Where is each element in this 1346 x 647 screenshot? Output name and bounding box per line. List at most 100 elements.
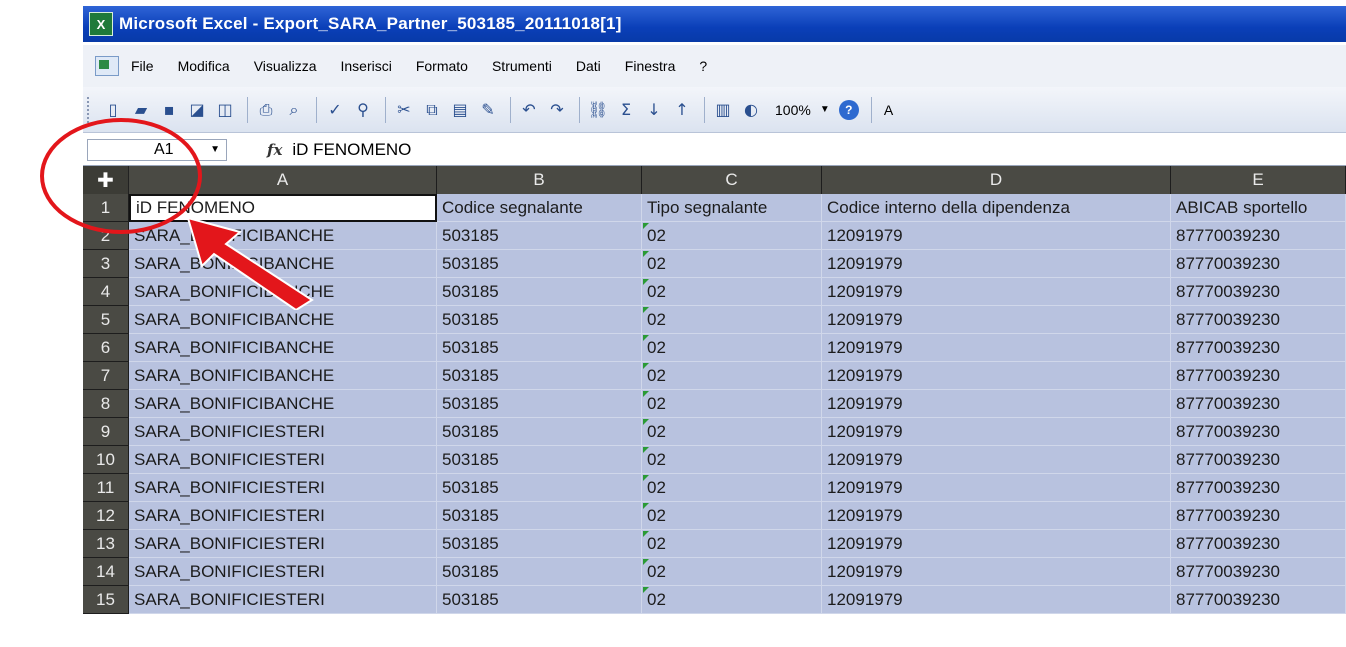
table-cell[interactable]: 87770039230 [1171, 586, 1346, 614]
column-header-e[interactable]: E [1171, 166, 1346, 194]
table-cell[interactable]: 02 [642, 362, 822, 390]
table-cell[interactable]: 503185 [437, 334, 642, 362]
table-cell[interactable]: 87770039230 [1171, 418, 1346, 446]
table-cell[interactable]: 87770039230 [1171, 222, 1346, 250]
row-header[interactable]: 11 [83, 474, 129, 502]
table-cell[interactable]: 12091979 [822, 530, 1171, 558]
table-cell[interactable]: 87770039230 [1171, 278, 1346, 306]
sort-descending-icon[interactable]: ↑ [670, 98, 694, 122]
sort-ascending-icon[interactable]: ↓ [642, 98, 666, 122]
menu-strumenti[interactable]: Strumenti [492, 58, 552, 74]
row-header[interactable]: 9 [83, 418, 129, 446]
table-cell[interactable]: SARA_BONIFICIESTERI [129, 418, 437, 446]
table-cell[interactable]: SARA_BONIFICIESTERI [129, 586, 437, 614]
cell-c1[interactable]: Tipo segnalante [642, 194, 822, 222]
table-cell[interactable]: 02 [642, 334, 822, 362]
table-cell[interactable]: 02 [642, 474, 822, 502]
table-cell[interactable]: 503185 [437, 502, 642, 530]
table-cell[interactable]: 12091979 [822, 558, 1171, 586]
table-cell[interactable]: 12091979 [822, 334, 1171, 362]
table-cell[interactable]: SARA_BONIFICIBANCHE [129, 334, 437, 362]
table-cell[interactable]: 02 [642, 222, 822, 250]
table-cell[interactable]: 02 [642, 278, 822, 306]
hyperlink-icon[interactable]: ⛓ [586, 98, 610, 122]
table-cell[interactable]: 87770039230 [1171, 530, 1346, 558]
table-cell[interactable]: 02 [642, 418, 822, 446]
table-cell[interactable]: 87770039230 [1171, 334, 1346, 362]
research-icon[interactable]: ⚲ [351, 98, 375, 122]
table-cell[interactable]: SARA_BONIFICIBANCHE [129, 390, 437, 418]
table-cell[interactable]: 02 [642, 250, 822, 278]
table-cell[interactable]: 87770039230 [1171, 446, 1346, 474]
table-cell[interactable]: 503185 [437, 474, 642, 502]
table-cell[interactable]: SARA_BONIFICIBANCHE [129, 362, 437, 390]
chart-wizard-icon[interactable]: ▥ [711, 98, 735, 122]
spelling-icon[interactable]: ✓ [323, 98, 347, 122]
toolbar-grip[interactable] [87, 96, 93, 123]
row-header[interactable]: 12 [83, 502, 129, 530]
table-cell[interactable]: 02 [642, 306, 822, 334]
redo-icon[interactable]: ↷ [545, 98, 569, 122]
row-header[interactable]: 4 [83, 278, 129, 306]
table-cell[interactable]: 503185 [437, 586, 642, 614]
zoom-box[interactable]: 100% [771, 100, 815, 120]
table-cell[interactable]: 02 [642, 502, 822, 530]
row-header[interactable]: 8 [83, 390, 129, 418]
table-cell[interactable]: 503185 [437, 558, 642, 586]
column-header-d[interactable]: D [822, 166, 1171, 194]
formula-input[interactable]: iD FENOMENO [292, 140, 411, 160]
column-header-b[interactable]: B [437, 166, 642, 194]
insert-function-icon[interactable]: fx [267, 141, 282, 159]
print-icon[interactable]: ⎙ [254, 98, 278, 122]
email-icon[interactable]: ◫ [213, 98, 237, 122]
table-cell[interactable]: 12091979 [822, 390, 1171, 418]
table-cell[interactable]: 12091979 [822, 278, 1171, 306]
table-cell[interactable]: 12091979 [822, 222, 1171, 250]
menu-file[interactable]: File [131, 58, 154, 74]
row-header[interactable]: 6 [83, 334, 129, 362]
table-cell[interactable]: 12091979 [822, 250, 1171, 278]
chevron-down-icon[interactable]: ▼ [210, 144, 220, 155]
table-cell[interactable]: 02 [642, 390, 822, 418]
save-icon[interactable]: ▪ [157, 98, 181, 122]
table-cell[interactable]: 87770039230 [1171, 306, 1346, 334]
table-cell[interactable]: 503185 [437, 530, 642, 558]
table-cell[interactable]: 02 [642, 586, 822, 614]
table-cell[interactable]: 12091979 [822, 306, 1171, 334]
table-cell[interactable]: 12091979 [822, 362, 1171, 390]
table-cell[interactable]: SARA_BONIFICIESTERI [129, 530, 437, 558]
format-painter-icon[interactable]: ✎ [476, 98, 500, 122]
table-cell[interactable]: 12091979 [822, 474, 1171, 502]
row-header[interactable]: 3 [83, 250, 129, 278]
cell-e1[interactable]: ABICAB sportello [1171, 194, 1346, 222]
table-cell[interactable]: 503185 [437, 278, 642, 306]
menu-inserisci[interactable]: Inserisci [340, 58, 391, 74]
table-cell[interactable]: 503185 [437, 306, 642, 334]
table-cell[interactable]: 87770039230 [1171, 502, 1346, 530]
menu-visualizza[interactable]: Visualizza [254, 58, 317, 74]
table-cell[interactable]: 503185 [437, 222, 642, 250]
table-cell[interactable]: SARA_BONIFICIESTERI [129, 446, 437, 474]
row-header[interactable]: 14 [83, 558, 129, 586]
zoom-dropdown-arrow[interactable]: ▼ [817, 100, 833, 120]
table-cell[interactable]: SARA_BONIFICIBANCHE [129, 306, 437, 334]
cell-b1[interactable]: Codice segnalante [437, 194, 642, 222]
print-preview-icon[interactable]: ⌕ [282, 98, 306, 122]
autosum-icon[interactable]: Σ [614, 98, 638, 122]
table-cell[interactable]: 87770039230 [1171, 558, 1346, 586]
table-cell[interactable]: 02 [642, 446, 822, 474]
menu-modifica[interactable]: Modifica [178, 58, 230, 74]
undo-icon[interactable]: ↶ [517, 98, 541, 122]
table-cell[interactable]: 12091979 [822, 418, 1171, 446]
row-header[interactable]: 15 [83, 586, 129, 614]
help-icon[interactable]: ? [838, 99, 859, 120]
table-cell[interactable]: 503185 [437, 446, 642, 474]
menu-help[interactable]: ? [699, 58, 707, 74]
table-cell[interactable]: 503185 [437, 362, 642, 390]
table-cell[interactable]: 503185 [437, 418, 642, 446]
menu-formato[interactable]: Formato [416, 58, 468, 74]
row-header[interactable]: 10 [83, 446, 129, 474]
table-cell[interactable]: 12091979 [822, 446, 1171, 474]
row-header[interactable]: 5 [83, 306, 129, 334]
copy-icon[interactable]: ⧉ [420, 98, 444, 122]
